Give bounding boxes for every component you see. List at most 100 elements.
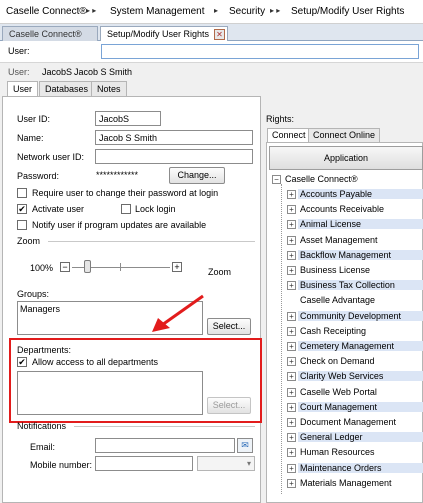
expand-icon[interactable]: + bbox=[287, 387, 296, 397]
tree-item[interactable]: + Animal License bbox=[287, 217, 423, 232]
groups-label: Groups: bbox=[17, 289, 50, 299]
name-field[interactable]: Jacob S Smith bbox=[95, 130, 253, 145]
allow-all-departments-label: Allow access to all departments bbox=[32, 357, 159, 367]
notify-updates-checkbox[interactable] bbox=[17, 220, 27, 230]
tree-item-label: Backflow Management bbox=[298, 249, 423, 260]
tree-item[interactable]: + Community Development bbox=[287, 309, 423, 324]
expand-icon[interactable]: + bbox=[287, 250, 296, 260]
tree-item[interactable]: + Human Resources bbox=[287, 445, 423, 460]
tree-item[interactable]: + Asset Management bbox=[287, 233, 423, 248]
require-password-checkbox[interactable] bbox=[17, 188, 27, 198]
expand-icon[interactable]: + bbox=[287, 418, 296, 427]
tree-item[interactable]: + Document Management bbox=[287, 415, 423, 430]
expand-icon[interactable]: + bbox=[287, 281, 296, 291]
lock-login-checkbox[interactable] bbox=[121, 204, 131, 214]
change-password-button[interactable]: Change... bbox=[169, 167, 225, 184]
user-info-label: User: bbox=[8, 67, 30, 77]
breadcrumb-item-home[interactable]: Caselle Connect® bbox=[6, 6, 87, 17]
tree-item[interactable]: + Maintenance Orders bbox=[287, 461, 423, 476]
tree-item[interactable]: Caselle Advantage bbox=[287, 293, 423, 308]
departments-select-button[interactable]: Select... bbox=[207, 397, 251, 414]
send-email-icon[interactable]: ✉ bbox=[237, 438, 253, 453]
tab-notes[interactable]: Notes bbox=[91, 81, 127, 96]
expand-icon[interactable]: + bbox=[287, 311, 296, 321]
zoom-in-button[interactable]: + bbox=[172, 262, 182, 272]
tab-connect[interactable]: Connect bbox=[267, 128, 311, 142]
tree-item[interactable]: + Court Management bbox=[287, 400, 423, 415]
activate-user-label: Activate user bbox=[32, 204, 85, 214]
mobile-number-label: Mobile number: bbox=[30, 460, 93, 470]
user-info-id: JacobS bbox=[42, 67, 73, 77]
tree-item[interactable]: + Caselle Web Portal bbox=[287, 385, 423, 400]
tab-databases[interactable]: Databases bbox=[39, 81, 95, 96]
tree-item-label: Asset Management bbox=[300, 234, 378, 245]
tree-item-label: Maintenance Orders bbox=[298, 462, 423, 473]
zoom-slider-thumb[interactable] bbox=[84, 260, 91, 273]
breadcrumb-item-system-management[interactable]: System Management bbox=[110, 6, 205, 17]
expand-icon[interactable]: + bbox=[287, 205, 296, 215]
expand-icon[interactable]: + bbox=[287, 402, 296, 412]
tree-root[interactable]: − Caselle Connect® bbox=[272, 172, 423, 187]
tree-item[interactable]: + Business License bbox=[287, 263, 423, 278]
tree-item-label: Accounts Payable bbox=[298, 189, 423, 199]
tree-item[interactable]: + Accounts Receivable bbox=[287, 202, 423, 217]
expand-icon[interactable]: + bbox=[287, 478, 296, 488]
expand-icon[interactable]: + bbox=[287, 357, 296, 367]
tree-item-label: Cemetery Management bbox=[298, 341, 423, 351]
collapse-icon[interactable]: − bbox=[272, 175, 281, 184]
application-button[interactable]: Application bbox=[269, 146, 423, 170]
tab-setup-modify-user-rights[interactable]: Setup/Modify User Rights ✕ bbox=[100, 26, 228, 41]
expand-icon[interactable]: + bbox=[287, 342, 296, 351]
close-icon[interactable]: ✕ bbox=[214, 29, 225, 40]
tree-item[interactable]: + Business Tax Collection bbox=[287, 278, 423, 293]
tree-item[interactable]: + Cash Receipting bbox=[287, 324, 423, 339]
expand-icon[interactable]: + bbox=[287, 463, 296, 473]
tree-item[interactable]: + Accounts Payable bbox=[287, 187, 423, 202]
expand-icon[interactable]: + bbox=[287, 433, 296, 443]
user-search-input[interactable] bbox=[101, 44, 419, 59]
password-value: ************ bbox=[96, 170, 139, 180]
expand-icon[interactable]: + bbox=[287, 266, 296, 275]
tree-item-label: Business License bbox=[300, 265, 371, 275]
email-field[interactable] bbox=[95, 438, 235, 453]
zoom-label: Zoom bbox=[208, 267, 232, 277]
tree-item-label: Court Management bbox=[298, 401, 423, 412]
expand-icon[interactable]: + bbox=[287, 372, 296, 382]
carrier-dropdown[interactable]: ▾ bbox=[197, 456, 255, 471]
user-id-field[interactable]: JacobS bbox=[95, 111, 161, 126]
expand-icon[interactable]: + bbox=[287, 448, 296, 458]
expand-icon[interactable]: + bbox=[287, 235, 296, 245]
tree-item-label: Human Resources bbox=[300, 447, 375, 458]
tree-item[interactable]: + Clarity Web Services bbox=[287, 369, 423, 384]
tab-user[interactable]: User bbox=[7, 81, 39, 97]
breadcrumb-item-current: Setup/Modify User Rights bbox=[291, 6, 405, 17]
mobile-number-field[interactable] bbox=[95, 456, 193, 471]
zoom-out-button[interactable]: − bbox=[60, 262, 70, 272]
tree-item[interactable]: + Cemetery Management bbox=[287, 339, 423, 354]
allow-all-departments-checkbox[interactable]: ✔ bbox=[17, 357, 27, 367]
tree-item-label: Cash Receipting bbox=[300, 325, 367, 336]
expand-icon[interactable]: + bbox=[287, 326, 296, 336]
activate-user-checkbox[interactable]: ✔ bbox=[17, 204, 27, 214]
expand-icon[interactable]: + bbox=[287, 220, 296, 230]
tree-item[interactable]: + Check on Demand bbox=[287, 354, 423, 369]
zoom-percent: 100% bbox=[30, 263, 54, 273]
tab-connect-online[interactable]: Connect Online bbox=[308, 128, 381, 142]
network-user-id-field[interactable] bbox=[95, 149, 253, 164]
departments-list[interactable] bbox=[17, 371, 203, 415]
list-item[interactable]: Managers bbox=[20, 304, 60, 314]
expand-icon[interactable]: + bbox=[287, 190, 296, 199]
rights-label: Rights: bbox=[266, 114, 295, 124]
tab-caselle-connect[interactable]: Caselle Connect® bbox=[2, 26, 98, 41]
email-label: Email: bbox=[30, 442, 56, 452]
tree-item-label: Document Management bbox=[300, 417, 397, 427]
tree-item-label: Community Development bbox=[298, 310, 423, 321]
groups-select-button[interactable]: Select... bbox=[207, 318, 251, 335]
chevron-right-icon: ▸ ▸ bbox=[270, 6, 281, 15]
tree-item[interactable]: + Backflow Management bbox=[287, 248, 423, 263]
notifications-section-label: Notifications bbox=[17, 421, 67, 431]
chevron-right-icon: ▸ bbox=[214, 6, 219, 15]
tree-item[interactable]: + Materials Management bbox=[287, 476, 423, 491]
breadcrumb-item-security[interactable]: Security bbox=[229, 6, 265, 17]
tree-item[interactable]: + General Ledger bbox=[287, 430, 423, 445]
